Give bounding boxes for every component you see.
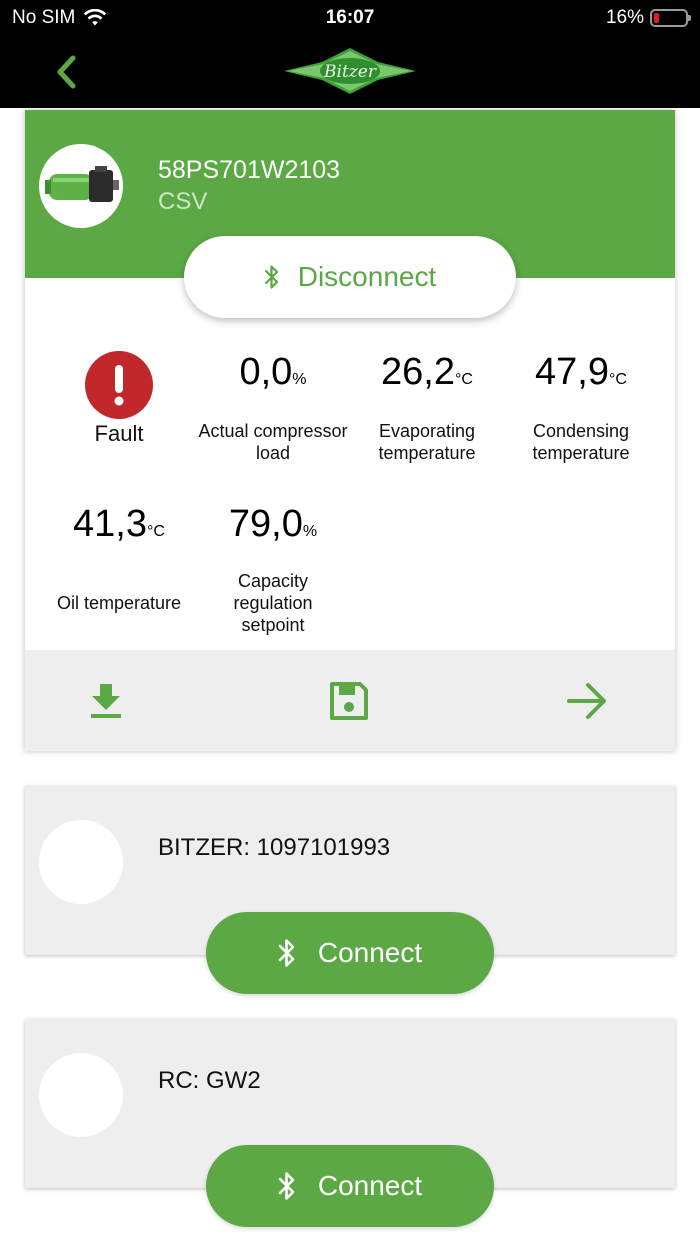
bluetooth-icon [278, 939, 295, 967]
download-icon [91, 684, 121, 718]
alert-icon [85, 351, 153, 419]
metric-compressor-load: 0,0% Actual compressor load [196, 350, 350, 464]
fault-label: Fault [94, 421, 144, 446]
metric-label: Evaporating temperature [378, 421, 476, 463]
device-name: BITZER: 1097101993 [158, 834, 391, 861]
connect-label: Connect [317, 1170, 423, 1201]
metric-value: 41,3 [73, 503, 147, 545]
device-name: 58PS701W2103 [158, 156, 341, 184]
connect-button[interactable]: Connect [206, 912, 494, 994]
metric-unit: °C [147, 523, 165, 540]
disconnect-button[interactable]: Disconnect [184, 236, 516, 318]
next-button[interactable] [565, 678, 611, 724]
fault-indicator[interactable]: Fault [42, 351, 196, 447]
connect-label: Connect [317, 937, 423, 968]
clock: 16:07 [325, 7, 375, 28]
chevron-left-icon [57, 55, 76, 89]
device-name: RC: GW2 [158, 1067, 261, 1094]
arrow-right-icon [567, 683, 606, 719]
metric-unit: °C [609, 371, 627, 388]
metric-label: Oil temperature [56, 593, 182, 613]
app-header: Bitzer [0, 36, 700, 108]
bitzer-logo: Bitzer [284, 48, 416, 94]
floppy-disk-icon [330, 682, 368, 720]
compressor-icon [45, 166, 119, 202]
connect-button[interactable]: Connect [206, 1145, 494, 1227]
metric-value: 0,0 [239, 351, 293, 393]
battery-icon [650, 9, 691, 27]
device-thumbnail [39, 820, 123, 904]
download-button[interactable] [83, 678, 129, 724]
compressor-image [39, 144, 123, 228]
battery-percent: 16% [605, 7, 644, 28]
metric-value: 47,9 [535, 351, 609, 393]
back-button[interactable] [46, 50, 86, 94]
metric-evaporating-temperature: 26,2°C Evaporating temperature [350, 350, 504, 464]
metric-label: Capacity regulation setpoint [233, 571, 313, 635]
save-button[interactable] [326, 678, 372, 724]
metric-unit: % [302, 523, 318, 540]
metric-capacity-setpoint: 79,0% Capacity regulation setpoint [196, 502, 350, 636]
svg-text:Bitzer: Bitzer [323, 62, 377, 82]
device-thumbnail [39, 1053, 123, 1137]
device-subtitle: CSV [158, 188, 208, 215]
metric-unit: % [292, 371, 307, 388]
bluetooth-icon [278, 1172, 295, 1200]
metric-value: 79,0 [228, 503, 303, 545]
metric-label: Actual compressor load [198, 421, 348, 463]
metric-value: 26,2 [381, 351, 455, 393]
metric-label: Condensing temperature [532, 421, 630, 463]
device-toolbar [25, 650, 675, 751]
metric-oil-temperature: 41,3°C Oil temperature [42, 502, 196, 614]
status-bar: No SIM 16:07 16% [0, 0, 700, 36]
bluetooth-icon [264, 265, 278, 289]
connected-device-card: 58PS701W2103 CSV Disconnect Fault 0,0% A… [25, 110, 675, 751]
metric-unit: °C [455, 371, 473, 388]
disconnect-label: Disconnect [297, 261, 437, 292]
battery-level [654, 13, 659, 23]
metric-condensing-temperature: 47,9°C Condensing temperature [504, 350, 658, 464]
